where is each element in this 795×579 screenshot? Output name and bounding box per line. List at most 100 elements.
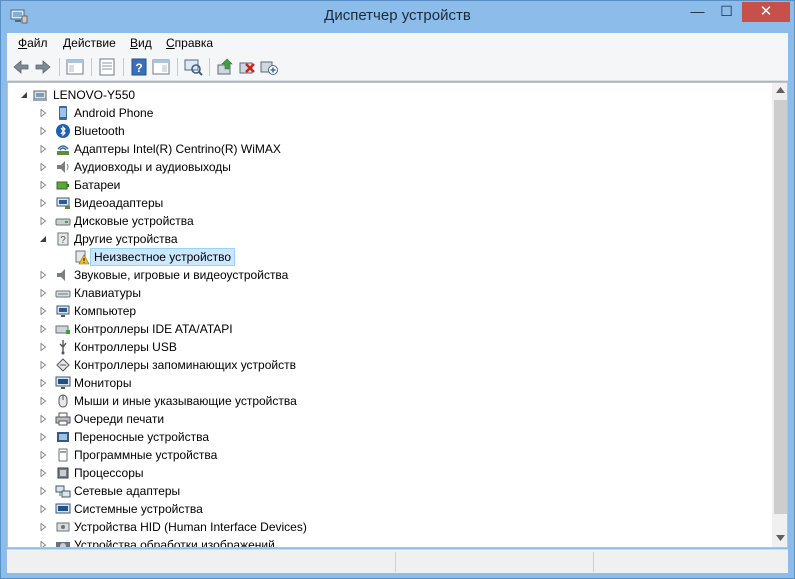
sound-icon bbox=[57, 269, 65, 281]
storage-controller-icon bbox=[56, 358, 70, 372]
update-driver-icon[interactable] bbox=[215, 57, 235, 77]
collapse-arrow-icon[interactable] bbox=[20, 91, 28, 99]
tree-category-item[interactable]: Процессоры bbox=[8, 464, 708, 482]
tree-category-item[interactable]: Аудиовходы и аудиовыходы bbox=[8, 158, 708, 176]
tree-category-item[interactable]: Дисковые устройства bbox=[8, 212, 708, 230]
tree-item-label: Программные устройства bbox=[74, 448, 218, 462]
device-tree-pane[interactable]: LENOVO-Y550 Android Phone Bluetooth Адапте… bbox=[7, 82, 788, 548]
expand-arrow-icon[interactable] bbox=[39, 181, 47, 189]
menu-file[interactable]: Файл bbox=[18, 36, 48, 50]
tree-category-item[interactable]: Контроллеры запоминающих устройств bbox=[8, 356, 708, 374]
forward-arrow-icon[interactable] bbox=[33, 57, 53, 77]
menu-view[interactable]: Вид bbox=[130, 36, 152, 50]
keyboard-icon bbox=[55, 290, 71, 298]
disk-drive-icon bbox=[55, 218, 71, 226]
expand-arrow-icon[interactable] bbox=[39, 397, 47, 405]
menu-bar: Файл Действие Вид Справка bbox=[7, 33, 788, 53]
expand-arrow-icon[interactable] bbox=[39, 451, 47, 459]
expand-arrow-icon[interactable] bbox=[39, 127, 47, 135]
expand-arrow-icon[interactable] bbox=[39, 343, 47, 351]
computer-root-icon bbox=[33, 90, 47, 101]
properties-icon[interactable] bbox=[97, 57, 117, 77]
scroll-up-arrow-icon[interactable] bbox=[776, 87, 785, 93]
expand-arrow-icon[interactable] bbox=[39, 487, 47, 495]
minimize-button[interactable]: — bbox=[684, 2, 711, 22]
expand-arrow-icon[interactable] bbox=[39, 379, 47, 387]
android-phone-icon bbox=[59, 106, 67, 120]
window-title: Диспетчер устройств bbox=[324, 7, 471, 24]
expand-arrow-icon[interactable] bbox=[39, 505, 47, 513]
toolbar-separator bbox=[177, 58, 178, 76]
bluetooth-icon bbox=[56, 124, 70, 138]
scan-hardware-icon[interactable] bbox=[183, 57, 203, 77]
device-manager-window: Диспетчер устройств — ☐ ✕ Файл Действие … bbox=[0, 0, 795, 579]
tree-category-item[interactable]: Bluetooth bbox=[8, 122, 708, 140]
title-bar[interactable]: Диспетчер устройств — ☐ ✕ bbox=[1, 1, 794, 33]
tree-item-label: Переносные устройства bbox=[74, 430, 210, 444]
show-hide-console-tree-icon[interactable] bbox=[65, 57, 85, 77]
tree-category-item[interactable]: Компьютер bbox=[8, 302, 708, 320]
expand-arrow-icon[interactable] bbox=[39, 199, 47, 207]
tree-category-item[interactable]: Устройства обработки изображений bbox=[8, 536, 708, 548]
tree-item-label: Видеоадаптеры bbox=[74, 196, 164, 210]
tree-category-item[interactable]: Адаптеры Intel(R) Centrino(R) WiMAX bbox=[8, 140, 708, 158]
menu-action[interactable]: Действие bbox=[63, 36, 116, 50]
tree-category-item[interactable]: Мыши и иные указывающие устройства bbox=[8, 392, 708, 410]
expand-arrow-icon[interactable] bbox=[39, 163, 47, 171]
expand-arrow-icon[interactable] bbox=[39, 469, 47, 477]
expand-arrow-icon[interactable] bbox=[39, 361, 47, 369]
tree-item-label: Очереди печати bbox=[74, 412, 165, 426]
tree-item-label: Устройства обработки изображений bbox=[74, 538, 275, 548]
tree-item-label: Процессоры bbox=[74, 466, 144, 480]
expand-arrow-icon[interactable] bbox=[39, 289, 47, 297]
tree-category-item[interactable]: Переносные устройства bbox=[8, 428, 708, 446]
expand-arrow-icon[interactable] bbox=[39, 145, 47, 153]
device-tree: LENOVO-Y550 Android Phone Bluetooth Адапте… bbox=[8, 83, 772, 547]
tree-category-item[interactable]: Android Phone bbox=[8, 104, 708, 122]
tree-category-item[interactable]: ? Другие устройства bbox=[8, 230, 708, 248]
tree-category-item[interactable]: Клавиатуры bbox=[8, 284, 708, 302]
tree-root[interactable]: LENOVO-Y550 bbox=[8, 86, 308, 104]
portable-device-icon bbox=[57, 432, 69, 442]
tree-category-item[interactable]: Сетевые адаптеры bbox=[8, 482, 708, 500]
ide-controller-icon bbox=[55, 325, 70, 334]
tree-item-label: Android Phone bbox=[74, 106, 154, 120]
tree-category-item[interactable]: Видеоадаптеры bbox=[8, 194, 708, 212]
expand-arrow-icon[interactable] bbox=[39, 109, 47, 117]
tree-category-item[interactable]: Устройства HID (Human Interface Devices) bbox=[8, 518, 708, 536]
close-button[interactable]: ✕ bbox=[742, 2, 790, 22]
expand-arrow-icon[interactable] bbox=[39, 325, 47, 333]
add-legacy-hardware-icon[interactable] bbox=[259, 57, 279, 77]
tree-category-item[interactable]: Контроллеры IDE ATA/ATAPI bbox=[8, 320, 708, 338]
tree-category-item[interactable]: Программные устройства bbox=[8, 446, 708, 464]
scrollbar-thumb[interactable] bbox=[774, 100, 787, 514]
tree-item-label: Контроллеры USB bbox=[74, 340, 177, 354]
expand-arrow-icon[interactable] bbox=[39, 271, 47, 279]
collapse-arrow-icon[interactable] bbox=[39, 235, 47, 243]
tree-category-item[interactable]: Системные устройства bbox=[8, 500, 708, 518]
tree-category-item[interactable]: Очереди печати bbox=[8, 410, 708, 428]
display-adapter-icon bbox=[56, 197, 70, 209]
tree-category-item[interactable]: Звуковые, игровые и видеоустройства bbox=[8, 266, 708, 284]
expand-arrow-icon[interactable] bbox=[39, 415, 47, 423]
expand-arrow-icon[interactable] bbox=[39, 523, 47, 531]
maximize-button[interactable]: ☐ bbox=[713, 2, 740, 22]
tree-category-item[interactable]: Батареи bbox=[8, 176, 708, 194]
tree-category-item[interactable]: Контроллеры USB bbox=[8, 338, 708, 356]
tree-item-label: Компьютер bbox=[74, 304, 137, 318]
action-pane-icon[interactable] bbox=[151, 57, 171, 77]
tree-child-item[interactable]: Неизвестное устройство bbox=[8, 248, 708, 266]
expand-arrow-icon[interactable] bbox=[39, 217, 47, 225]
tree-item-label: Мониторы bbox=[74, 376, 132, 390]
menu-help[interactable]: Справка bbox=[166, 36, 213, 50]
back-arrow-icon[interactable] bbox=[11, 57, 31, 77]
expand-arrow-icon[interactable] bbox=[39, 433, 47, 441]
vertical-scrollbar[interactable] bbox=[772, 83, 787, 547]
help-icon[interactable]: ? bbox=[129, 57, 149, 77]
expand-arrow-icon[interactable] bbox=[39, 307, 47, 315]
monitor-icon bbox=[55, 376, 71, 389]
expand-arrow-icon[interactable] bbox=[39, 541, 47, 548]
uninstall-device-icon[interactable] bbox=[237, 57, 257, 77]
scroll-down-arrow-icon[interactable] bbox=[776, 535, 785, 541]
tree-category-item[interactable]: Мониторы bbox=[8, 374, 708, 392]
